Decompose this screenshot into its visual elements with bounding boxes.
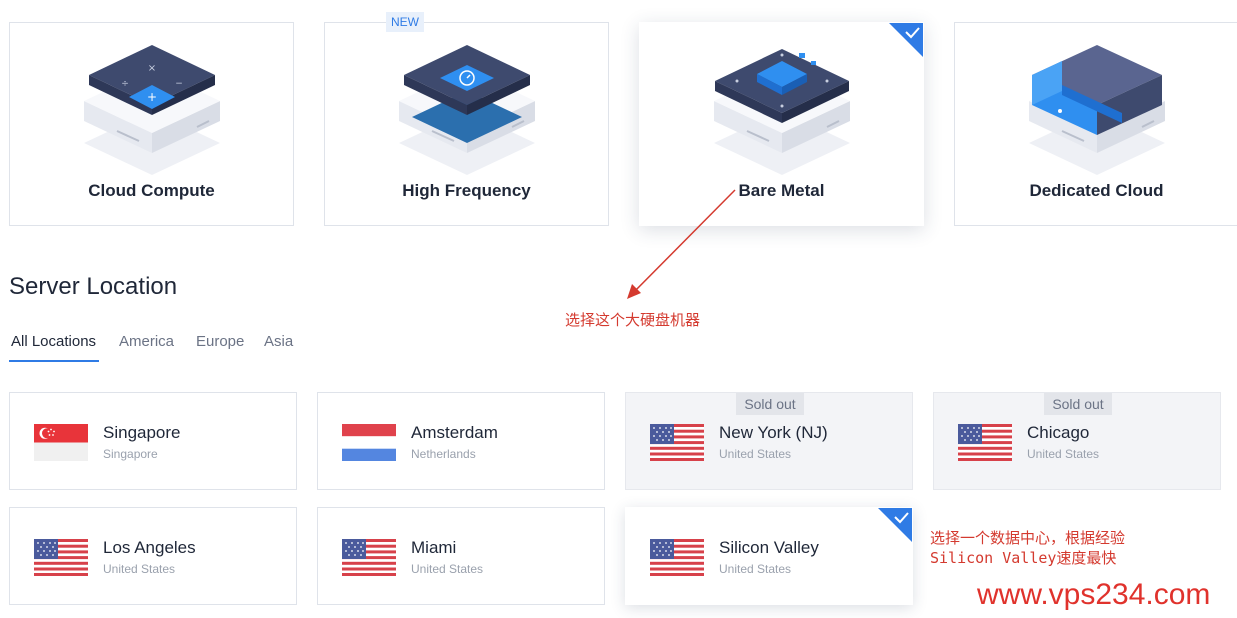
bare-metal-icon	[712, 49, 851, 176]
server-type-label: Bare Metal	[738, 181, 825, 200]
server-type-bare-metal[interactable]: Bare Metal	[639, 22, 924, 226]
dedicated-cloud-icon	[1027, 45, 1166, 176]
location-annotation-line1: 选择一个数据中心，根据经验	[930, 529, 1126, 547]
singapore-flag-icon	[34, 424, 88, 461]
server-type-label: Dedicated Cloud	[1029, 181, 1164, 200]
us-flag-icon	[342, 539, 396, 576]
new-badge: NEW	[386, 12, 424, 32]
server-type-dedicated-cloud[interactable]: Dedicated Cloud	[954, 22, 1237, 226]
location-country: United States	[719, 447, 792, 461]
location-card-singapore[interactable]: Singapore Singapore	[9, 392, 297, 490]
location-card-los-angeles[interactable]: Los Angeles United States	[9, 507, 297, 605]
us-flag-icon	[650, 539, 704, 576]
server-type-label: High Frequency	[402, 181, 531, 200]
svg-text:×: ×	[147, 63, 155, 74]
tab-all-locations[interactable]: All Locations	[11, 333, 96, 350]
location-country: Singapore	[103, 447, 158, 461]
selected-check-icon	[889, 23, 923, 57]
location-card-chicago[interactable]: Sold out Chicago United States	[933, 392, 1221, 490]
location-card-amsterdam[interactable]: Amsterdam Netherlands	[317, 392, 605, 490]
active-tab-indicator	[9, 360, 99, 362]
location-city: Singapore	[103, 423, 181, 442]
us-flag-icon	[958, 424, 1012, 461]
location-annotation-line2: Silicon Valley速度最快	[930, 549, 1117, 567]
location-card-new-york[interactable]: Sold out New York (NJ) United States	[625, 392, 913, 490]
us-flag-icon	[650, 424, 704, 461]
high-frequency-icon	[397, 45, 536, 176]
selected-check-icon	[878, 508, 912, 542]
location-country: Netherlands	[411, 447, 476, 461]
tab-america[interactable]: America	[119, 333, 174, 350]
location-city: Los Angeles	[103, 538, 196, 557]
location-city: Silicon Valley	[719, 538, 819, 557]
svg-text:÷: ÷	[121, 79, 129, 89]
cloud-compute-icon: + × ÷ −	[82, 45, 221, 176]
svg-text:−: −	[175, 79, 183, 89]
location-country: United States	[719, 562, 792, 576]
netherlands-flag-icon	[342, 424, 396, 461]
us-flag-icon	[34, 539, 88, 576]
location-country: United States	[411, 562, 484, 576]
location-city: New York (NJ)	[719, 423, 828, 442]
location-country: United States	[103, 562, 176, 576]
server-type-high-frequency[interactable]: NEW High Frequency	[324, 12, 609, 226]
server-location-title: Server Location	[9, 273, 178, 300]
location-city: Chicago	[1027, 423, 1090, 442]
sold-out-badge: Sold out	[1044, 393, 1112, 415]
location-card-silicon-valley[interactable]: Silicon Valley United States	[625, 507, 913, 605]
location-city: Amsterdam	[411, 423, 498, 442]
watermark: www.vps234.com	[977, 578, 1211, 611]
location-country: United States	[1027, 447, 1100, 461]
tab-europe[interactable]: Europe	[196, 333, 244, 350]
sold-out-badge: Sold out	[736, 393, 804, 415]
location-card-miami[interactable]: Miami United States	[317, 507, 605, 605]
server-type-label: Cloud Compute	[88, 181, 215, 200]
server-type-cloud-compute[interactable]: + × ÷ − Cloud Compute	[9, 22, 294, 226]
location-city: Miami	[411, 538, 457, 557]
svg-text:+: +	[146, 90, 156, 104]
tab-asia[interactable]: Asia	[264, 333, 293, 350]
bare-metal-annotation: 选择这个大硬盘机器	[565, 311, 701, 329]
